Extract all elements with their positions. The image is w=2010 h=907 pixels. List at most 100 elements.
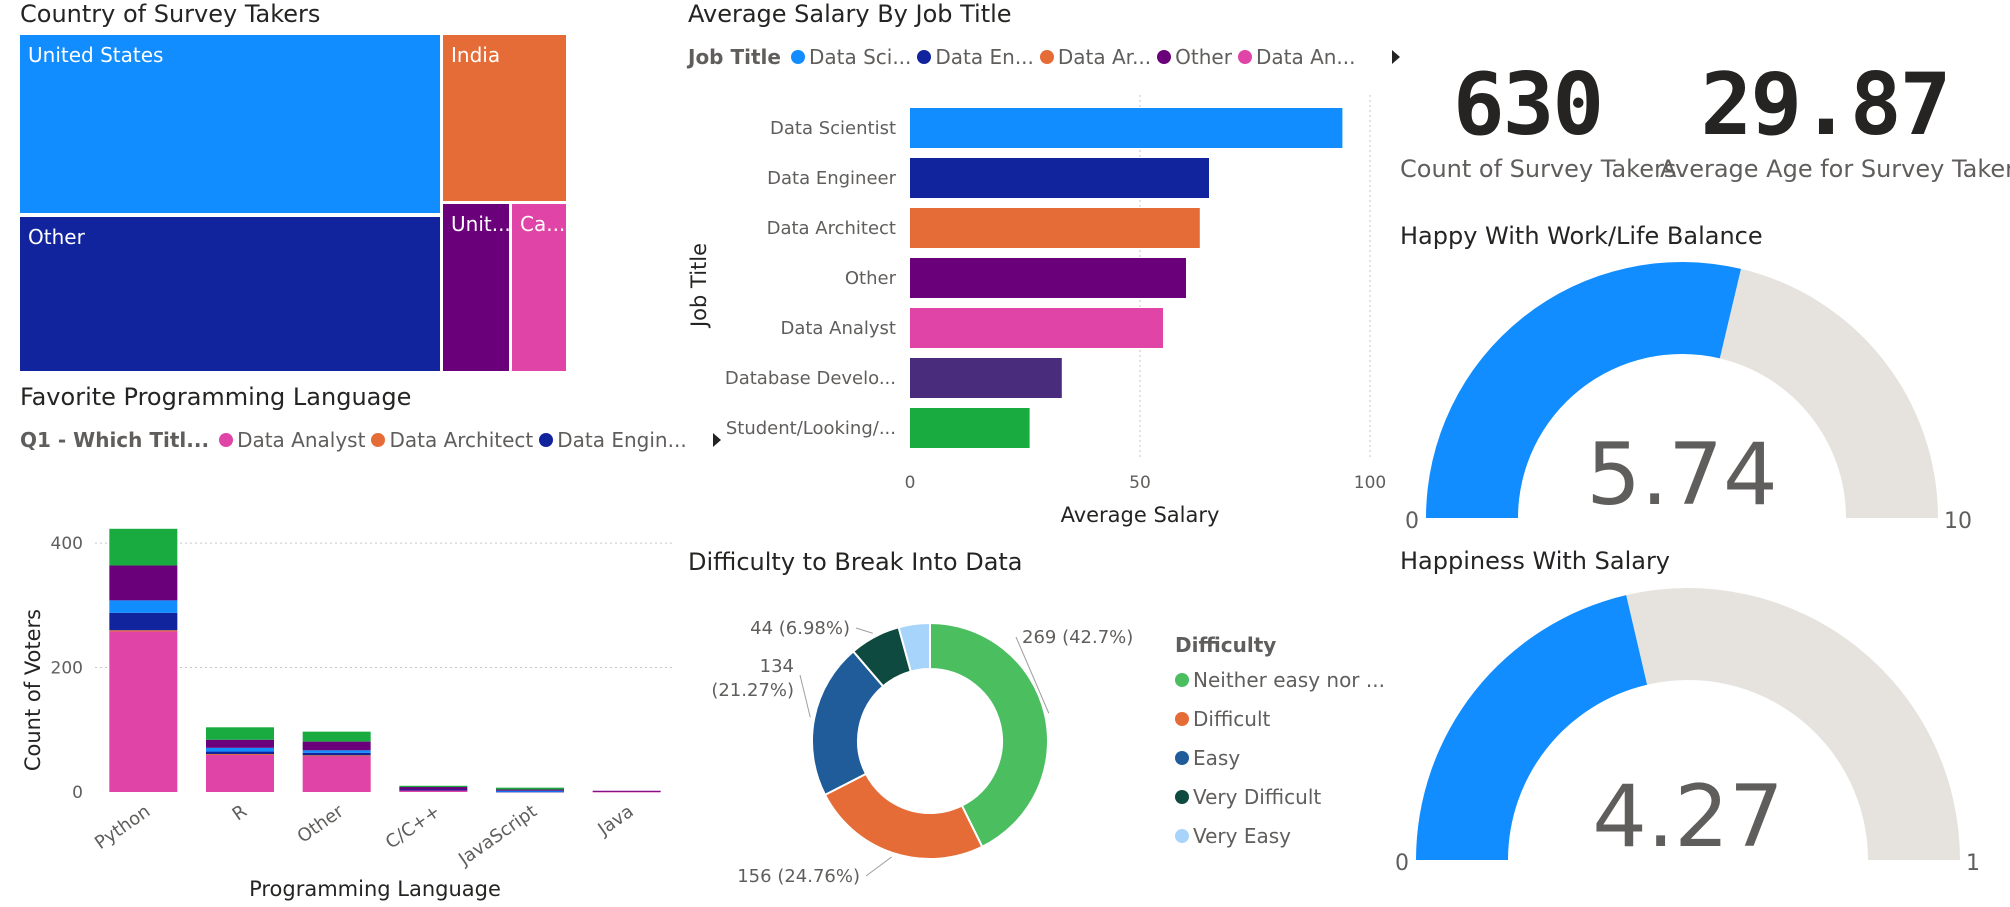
legend-dot <box>1175 789 1189 804</box>
bar-segment[interactable] <box>206 751 274 755</box>
legend-dot <box>1237 50 1252 64</box>
treemap-tile-united-kingdom[interactable]: Unit... <box>443 204 509 371</box>
legend-dot <box>1175 672 1189 687</box>
legend-item-difficult[interactable]: Difficult <box>1175 699 1385 738</box>
bar-segment[interactable] <box>206 754 274 792</box>
gauge-max-label: 10 <box>1966 851 1980 876</box>
bar[interactable] <box>910 158 1209 198</box>
bar-segment[interactable] <box>302 752 371 756</box>
legend-dot <box>790 50 805 64</box>
legend-item-other[interactable]: Other <box>1157 45 1232 69</box>
bar-segment[interactable] <box>302 731 371 742</box>
legend-label: Neither easy nor ... <box>1193 667 1385 692</box>
bar[interactable] <box>910 258 1186 298</box>
bar-segment[interactable] <box>302 750 371 753</box>
bar-segment[interactable] <box>302 755 371 757</box>
bar-segment[interactable] <box>109 528 178 566</box>
legend-item-data-architect[interactable]: Data Architect <box>371 428 533 452</box>
bar-segment[interactable] <box>496 790 564 792</box>
bar-segment[interactable] <box>109 630 178 632</box>
bar-segment[interactable] <box>206 739 274 748</box>
data-label: 44 (6.98%) <box>750 618 850 639</box>
legend-item-data-analyst[interactable]: Data An... <box>1237 45 1356 69</box>
kpi-card-count: 630 Count of Survey Takers <box>1400 55 1676 183</box>
y-axis-title: Job Title <box>687 243 711 329</box>
treemap-title: Country of Survey Takers <box>20 0 321 28</box>
x-axis-title: Programming Language <box>249 877 501 901</box>
legend-label: Easy <box>1193 745 1241 770</box>
legend-dot <box>1157 50 1172 64</box>
bar-segment[interactable] <box>109 612 178 631</box>
legend-item-easy[interactable]: Easy <box>1175 738 1385 777</box>
languages-chart: 0 200 400 Python R Other C/C++ JavaScript Java Pr… <box>21 528 675 901</box>
treemap-tile-label: India <box>451 43 501 67</box>
x-tick-label: 50 <box>1129 473 1151 493</box>
x-tick-label: JavaScript <box>454 801 541 871</box>
x-axis-title: Average Salary <box>1061 503 1220 527</box>
x-tick-label: Python <box>91 801 154 854</box>
bar[interactable] <box>910 308 1163 348</box>
legend-dot <box>917 50 932 64</box>
legend-label: Data Ar... <box>1057 45 1152 69</box>
bar-segment[interactable] <box>302 741 371 751</box>
legend-dot <box>371 433 386 447</box>
legend-item-data-analyst[interactable]: Data Analyst <box>219 428 365 452</box>
legend-next-arrow-icon[interactable] <box>1391 50 1400 64</box>
bar[interactable] <box>910 208 1200 248</box>
gauge-min-label: 0 <box>1395 851 1409 876</box>
treemap-chart: United States India Other Unit... Ca... <box>20 35 566 371</box>
bar[interactable] <box>910 108 1343 148</box>
legend-dot <box>219 433 234 447</box>
data-label: 156 (24.76%) <box>737 866 860 887</box>
bar-segment[interactable] <box>399 785 468 788</box>
x-tick-label: 100 <box>1354 473 1386 493</box>
bar-segment[interactable] <box>109 600 178 613</box>
legend-item-neither[interactable]: Neither easy nor ... <box>1175 660 1385 699</box>
legend-label: Data An... <box>1255 45 1356 69</box>
bar-segment[interactable] <box>496 789 564 791</box>
treemap-tile-other[interactable]: Other <box>20 217 440 371</box>
salary-title: Average Salary By Job Title <box>688 0 1012 28</box>
category-label: Student/Looking/... <box>726 418 896 439</box>
languages-legend: Q1 - Which Titl... Data Analyst Data Arc… <box>20 428 721 452</box>
legend-label: Data Architect <box>389 428 534 452</box>
category-label: Data Architect <box>767 218 896 239</box>
x-tick-label: Other <box>294 801 348 848</box>
bar-segment[interactable] <box>206 727 274 740</box>
legend-dot <box>1175 711 1189 726</box>
treemap-tile-india[interactable]: India <box>443 35 566 201</box>
legend-item-data-engineer[interactable]: Data Engin... <box>539 428 687 452</box>
legend-dot <box>1039 50 1054 64</box>
gauge-title-salary: Happiness With Salary <box>1400 547 1671 575</box>
treemap-tile-united-states[interactable]: United States <box>20 35 440 213</box>
difficulty-title: Difficulty to Break Into Data <box>688 548 1023 576</box>
bar-segment[interactable] <box>206 754 274 756</box>
bar-segment[interactable] <box>592 790 661 792</box>
legend-item-very-difficult[interactable]: Very Difficult <box>1175 777 1385 816</box>
category-label: Other <box>845 268 897 289</box>
bar-segment[interactable] <box>399 789 468 791</box>
bar-segment[interactable] <box>399 787 468 790</box>
legend-item-data-architect[interactable]: Data Ar... <box>1039 45 1152 69</box>
y-tick-label: 400 <box>51 534 83 554</box>
bar[interactable] <box>910 408 1030 448</box>
legend-item-data-scientist[interactable]: Data Sci... <box>790 45 911 69</box>
x-tick-label: Java <box>594 801 638 841</box>
bar-segment[interactable] <box>109 631 178 792</box>
legend-label: Data En... <box>935 45 1034 69</box>
y-tick-label: 0 <box>72 783 83 803</box>
kpi-card-age: 29.87 Average Age for Survey Taker <box>1660 55 2010 183</box>
difficulty-legend-title: Difficulty <box>1175 633 1277 657</box>
treemap-tile-canada[interactable]: Ca... <box>512 204 566 371</box>
legend-item-very-easy[interactable]: Very Easy <box>1175 816 1385 855</box>
bar[interactable] <box>910 358 1062 398</box>
bar-segment[interactable] <box>302 755 371 792</box>
gauge-min-label: 0 <box>1405 509 1419 530</box>
bar-segment[interactable] <box>206 747 274 752</box>
languages-legend-title: Q1 - Which Titl... <box>20 428 210 452</box>
donut-slice[interactable] <box>823 772 984 860</box>
bar-segment[interactable] <box>496 787 564 790</box>
bar-segment[interactable] <box>109 565 178 601</box>
legend-item-data-engineer[interactable]: Data En... <box>917 45 1034 69</box>
legend-label: Other <box>1175 45 1232 69</box>
